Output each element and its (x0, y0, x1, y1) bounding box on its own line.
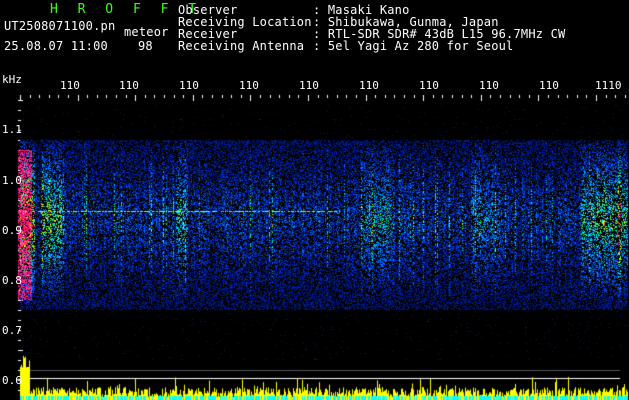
y-tick: 0.8 (2, 274, 22, 287)
y-tick: 1.0 (2, 174, 22, 187)
spectrogram-canvas (0, 0, 629, 400)
antenna-label: Receiving Antenna (178, 39, 305, 53)
x-tick: 110 (539, 79, 559, 92)
mode-label: meteor (124, 25, 169, 39)
x-tick: 110 (239, 79, 259, 92)
x-tick: 110 (60, 79, 80, 92)
x-tick: 110 (119, 79, 139, 92)
x-tick: 110 (179, 79, 199, 92)
y-tick: 1.1 (2, 123, 22, 136)
date-time: 25.08.07 11:00 (4, 39, 108, 53)
y-tick: 0.7 (2, 324, 22, 337)
x-tick: 110 (299, 79, 319, 92)
count-value: 98 (138, 39, 153, 53)
y-tick: 0.9 (2, 224, 22, 237)
y-unit-label: kHz (2, 73, 22, 86)
x-tick: 110 (359, 79, 379, 92)
antenna-value: : 5el Yagi Az 280 for Seoul (313, 39, 514, 53)
y-tick: 0.6 (2, 374, 22, 387)
file-name: UT2508071100.pn (4, 19, 116, 33)
x-tick: 1110 (595, 79, 622, 92)
x-tick: 110 (419, 79, 439, 92)
x-tick: 110 (479, 79, 499, 92)
